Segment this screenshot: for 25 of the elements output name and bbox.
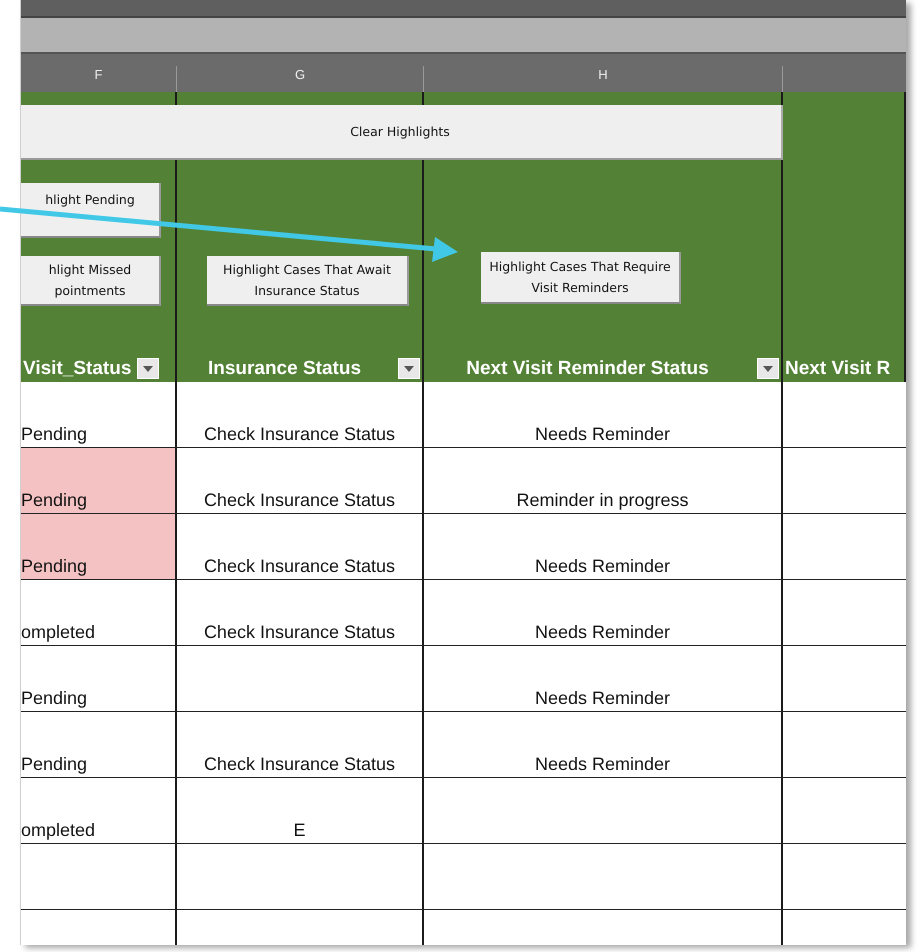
column-header: Insurance Status — [206, 358, 362, 380]
filter-dropdown-button[interactable] — [137, 358, 160, 379]
column-header: Visit_Status — [23, 358, 132, 380]
table-cell: ompleted — [21, 778, 177, 843]
highlight-button[interactable]: Highlight Cases That Require Visit Reminders — [481, 252, 681, 304]
column-letter[interactable]: F — [94, 66, 102, 82]
highlight-button[interactable]: hlight Missed pointments — [21, 256, 161, 306]
table-cell: Pending — [21, 382, 177, 447]
highlight-button[interactable]: Highlight Cases That Await Insurance Status — [207, 256, 409, 306]
highlight-button[interactable]: hlight Pending — [21, 183, 161, 238]
column-header: Next Visit Reminder Status — [465, 358, 710, 380]
column-letter[interactable]: H — [598, 66, 608, 82]
column-header: Next Visit R — [785, 358, 890, 380]
caret-icon — [763, 366, 773, 372]
caret-icon — [404, 366, 414, 372]
table-cell: ompleted — [21, 580, 177, 645]
filter-dropdown-button[interactable] — [398, 358, 420, 379]
clear-highlights-button[interactable]: Clear Highlights — [21, 105, 783, 160]
filter-dropdown-button[interactable] — [757, 358, 779, 379]
table-cell: Pending — [21, 448, 177, 513]
caret-icon — [143, 366, 154, 372]
column-letter[interactable]: G — [294, 66, 306, 82]
table-cell: Pending — [21, 712, 177, 777]
table-cell: Pending — [21, 514, 177, 579]
table-cell: Pending — [21, 646, 177, 711]
